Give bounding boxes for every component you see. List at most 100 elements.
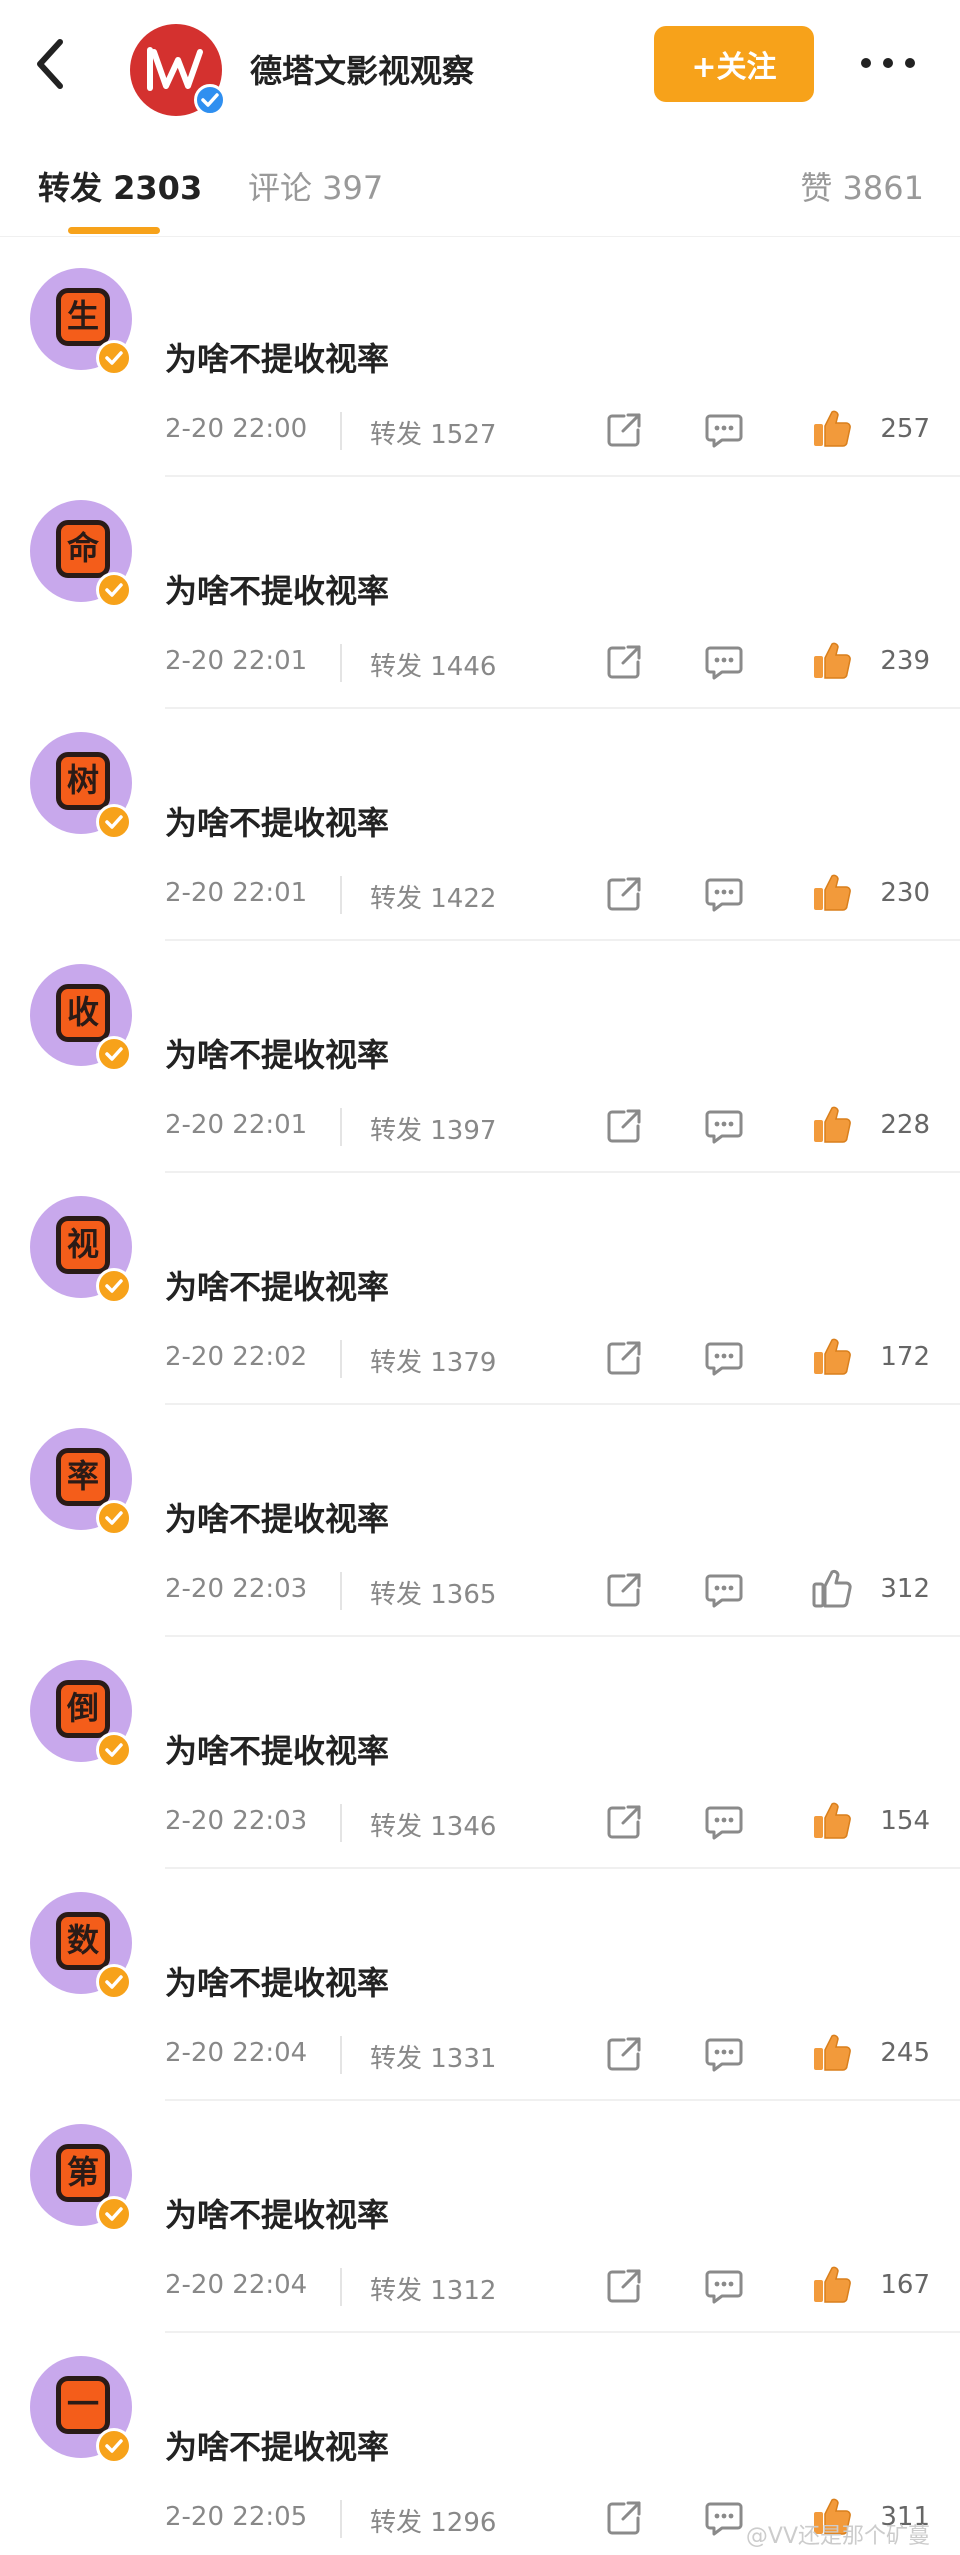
list-item[interactable]: 率 为啥不提收视率 2-20 22:03 转发 1365 312 (0, 1412, 960, 1644)
like-icon[interactable] (810, 2262, 854, 2306)
share-icon[interactable] (604, 1802, 644, 1842)
divider (165, 2099, 960, 2101)
share-icon[interactable] (604, 1338, 644, 1378)
comment-icon[interactable] (704, 1572, 744, 1610)
list-item[interactable]: 视 为啥不提收视率 2-20 22:02 转发 1379 172 (0, 1180, 960, 1412)
divider (340, 2268, 342, 2306)
divider (165, 707, 960, 709)
timestamp: 2-20 22:05 (165, 2502, 308, 2532)
share-icon[interactable] (604, 874, 644, 914)
avatar-character: 第 (56, 2144, 110, 2202)
share-icon[interactable] (604, 1106, 644, 1146)
repost-text: 为啥不提收视率 (165, 2428, 390, 2466)
account-name[interactable]: 德塔文影视观察 (250, 46, 474, 92)
comment-icon[interactable] (704, 412, 744, 450)
avatar-character: 生 (56, 288, 110, 346)
share-icon[interactable] (604, 2498, 644, 2538)
back-button[interactable] (28, 34, 76, 94)
like-icon[interactable] (810, 1566, 854, 1610)
share-icon[interactable] (604, 642, 644, 682)
like-icon[interactable] (810, 638, 854, 682)
checkmark-icon (105, 2439, 123, 2453)
repost-count[interactable]: 转发 1422 (370, 878, 496, 915)
like-count: 228 (880, 1110, 930, 1140)
verified-badge (96, 1036, 132, 1072)
list-item[interactable]: 命 为啥不提收视率 2-20 22:01 转发 1446 239 (0, 484, 960, 716)
comment-icon[interactable] (704, 1340, 744, 1378)
like-icon[interactable] (810, 1798, 854, 1842)
list-item[interactable]: 数 为啥不提收视率 2-20 22:04 转发 1331 245 (0, 1876, 960, 2108)
divider (340, 644, 342, 682)
comment-icon[interactable] (704, 2036, 744, 2074)
repost-text: 为啥不提收视率 (165, 1268, 390, 1306)
checkmark-icon (201, 93, 219, 107)
list-item[interactable]: 倒 为啥不提收视率 2-20 22:03 转发 1346 154 (0, 1644, 960, 1876)
divider (340, 1572, 342, 1610)
repost-count[interactable]: 转发 1379 (370, 1342, 496, 1379)
repost-text: 为啥不提收视率 (165, 340, 390, 378)
divider (340, 412, 342, 450)
repost-count[interactable]: 转发 1397 (370, 1110, 496, 1147)
checkmark-icon (105, 351, 123, 365)
divider (340, 876, 342, 914)
tab-like[interactable]: 赞 3861 (800, 163, 924, 209)
repost-count[interactable]: 转发 1346 (370, 1806, 496, 1843)
list-item[interactable]: 生 为啥不提收视率 2-20 22:00 转发 1527 257 (0, 252, 960, 484)
tab-comment[interactable]: 评论 397 (248, 163, 383, 209)
list-item[interactable]: 第 为啥不提收视率 2-20 22:04 转发 1312 167 (0, 2108, 960, 2340)
like-count: 230 (880, 878, 930, 908)
comment-icon[interactable] (704, 876, 744, 914)
share-icon[interactable] (604, 410, 644, 450)
share-icon[interactable] (604, 2266, 644, 2306)
repost-count[interactable]: 转发 1296 (370, 2502, 496, 2539)
like-count: 154 (880, 1806, 930, 1836)
repost-text: 为啥不提收视率 (165, 2196, 390, 2234)
checkmark-icon (105, 1279, 123, 1293)
timestamp: 2-20 22:03 (165, 1806, 308, 1836)
repost-text: 为啥不提收视率 (165, 804, 390, 842)
divider (165, 2331, 960, 2333)
like-icon[interactable] (810, 1334, 854, 1378)
comment-icon[interactable] (704, 644, 744, 682)
avatar-character: 树 (56, 752, 110, 810)
repost-count[interactable]: 转发 1446 (370, 646, 496, 683)
repost-text: 为啥不提收视率 (165, 1964, 390, 2002)
timestamp: 2-20 22:04 (165, 2038, 308, 2068)
avatar-character: 率 (56, 1448, 110, 1506)
timestamp: 2-20 22:00 (165, 414, 308, 444)
repost-count[interactable]: 转发 1312 (370, 2270, 496, 2307)
avatar-character: 一 (56, 2376, 110, 2434)
avatar-character: 数 (56, 1912, 110, 1970)
repost-count[interactable]: 转发 1331 (370, 2038, 496, 2075)
tab-bar: 转发 2303 评论 397 赞 3861 (0, 125, 960, 237)
tab-repost[interactable]: 转发 2303 (38, 163, 202, 209)
verified-badge (96, 2196, 132, 2232)
follow-button[interactable]: +关注 (654, 26, 814, 102)
comment-icon[interactable] (704, 1108, 744, 1146)
divider (165, 1171, 960, 1173)
top-bar: 德塔文影视观察 +关注 (0, 0, 960, 125)
like-icon[interactable] (810, 1102, 854, 1146)
share-icon[interactable] (604, 2034, 644, 2074)
list-item[interactable]: 树 为啥不提收视率 2-20 22:01 转发 1422 230 (0, 716, 960, 948)
timestamp: 2-20 22:01 (165, 1110, 308, 1140)
like-icon[interactable] (810, 870, 854, 914)
repost-text: 为啥不提收视率 (165, 1036, 390, 1074)
comment-icon[interactable] (704, 2500, 744, 2538)
timestamp: 2-20 22:01 (165, 646, 308, 676)
like-icon[interactable] (810, 406, 854, 450)
divider (340, 2036, 342, 2074)
repost-count[interactable]: 转发 1527 (370, 414, 496, 451)
verified-badge (96, 572, 132, 608)
like-icon[interactable] (810, 2030, 854, 2074)
checkmark-icon (105, 1743, 123, 1757)
share-icon[interactable] (604, 1570, 644, 1610)
list-item[interactable]: 收 为啥不提收视率 2-20 22:01 转发 1397 228 (0, 948, 960, 1180)
divider (340, 1804, 342, 1842)
repost-count[interactable]: 转发 1365 (370, 1574, 496, 1611)
timestamp: 2-20 22:03 (165, 1574, 308, 1604)
divider (165, 1867, 960, 1869)
comment-icon[interactable] (704, 1804, 744, 1842)
comment-icon[interactable] (704, 2268, 744, 2306)
more-button[interactable] (856, 48, 920, 78)
